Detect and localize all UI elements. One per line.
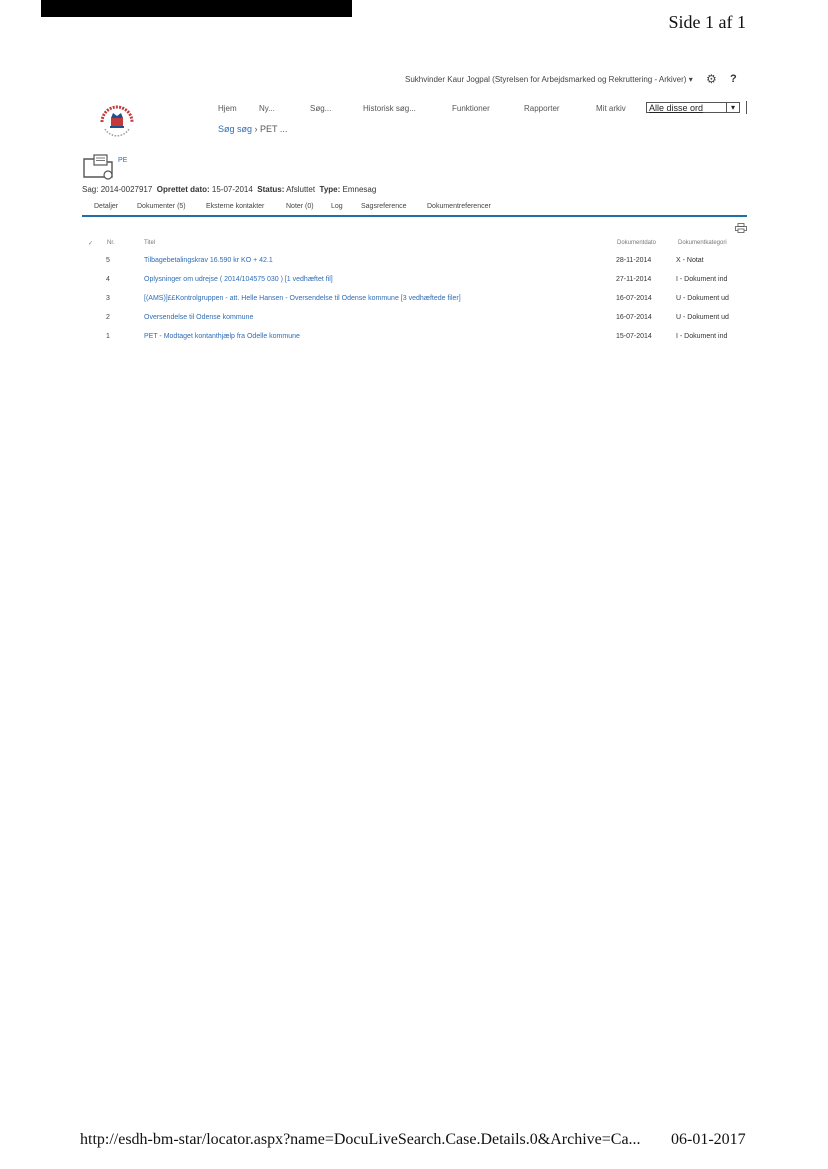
breadcrumb-separator: ›: [254, 124, 258, 134]
case-icon-label: PE: [118, 157, 128, 164]
redacted-header-bar: [41, 0, 352, 17]
breadcrumb-search[interactable]: Søg søg: [218, 124, 252, 134]
label-status: Status:: [257, 185, 285, 194]
print-icon[interactable]: [735, 223, 747, 233]
nav-hjem[interactable]: Hjem: [218, 104, 237, 113]
nav-historisk-sog[interactable]: Historisk søg...: [363, 104, 416, 113]
gear-icon[interactable]: ⚙: [706, 73, 718, 85]
document-title-link[interactable]: Oversendelse til Odense kommune: [144, 314, 253, 321]
document-date: 27-11-2014: [616, 276, 652, 283]
row-number: 2: [106, 314, 110, 321]
document-category: I - Dokument ind: [676, 333, 728, 340]
header-nr[interactable]: Nr.: [107, 240, 115, 246]
row-number: 1: [106, 333, 110, 340]
document-title-link[interactable]: Tilbagebetalingskrav 16.590 kr KO + 42.1: [144, 257, 273, 264]
case-number: 2014-0027917: [100, 185, 153, 194]
document-date: 28-11-2014: [616, 257, 652, 264]
agency-logo: [100, 105, 134, 137]
case-type: Emnesag: [342, 185, 377, 194]
user-menu[interactable]: Sukhvinder Kaur Jogpal (Styrelsen for Ar…: [405, 75, 693, 84]
document-title-link[interactable]: PET - Modtaget kontanthjælp fra Odelle k…: [144, 333, 300, 340]
help-icon[interactable]: ?: [730, 73, 737, 85]
tab-eksterne-kontakter[interactable]: Eksterne kontakter: [206, 203, 264, 210]
divider: [746, 101, 747, 114]
nav-sog[interactable]: Søg...: [310, 104, 331, 113]
tab-sagsreference[interactable]: Sagsreference: [361, 203, 407, 210]
chevron-down-icon[interactable]: ▾: [726, 102, 739, 113]
row-number: 3: [106, 295, 110, 302]
user-name: Sukhvinder Kaur Jogpal (Styrelsen for Ar…: [405, 75, 687, 84]
nav-mit-arkiv[interactable]: Mit arkiv: [596, 104, 626, 113]
case-metadata: Sag: 2014-0027917 Oprettet dato: 15-07-2…: [82, 185, 376, 194]
page-number: Side 1 af 1: [668, 12, 746, 32]
breadcrumb-ellipsis: ...: [279, 124, 288, 134]
search-mode-select[interactable]: Alle disse ord ▾: [646, 102, 740, 113]
label-sag: Sag:: [82, 185, 99, 194]
nav-rapporter[interactable]: Rapporter: [524, 104, 560, 113]
document-date: 15-07-2014: [616, 333, 652, 340]
tab-noter[interactable]: Noter (0): [286, 203, 314, 210]
breadcrumb-current: PET: [260, 124, 278, 134]
tab-dokumenter[interactable]: Dokumenter (5): [137, 203, 186, 210]
document-title-link[interactable]: Oplysninger om udrejse ( 2014/104575 030…: [144, 276, 333, 283]
document-category: U - Dokument ud: [676, 295, 729, 302]
header-dokumentkategori[interactable]: Dokumentkategori: [678, 240, 727, 246]
document-category: I - Dokument ind: [676, 276, 728, 283]
case-folder-icon: [83, 154, 113, 180]
label-oprettet: Oprettet dato:: [156, 185, 210, 194]
header-titel[interactable]: Titel: [144, 240, 155, 246]
case-status: Afsluttet: [286, 185, 316, 194]
document-title-link[interactable]: [(AMS)]££Kontrolgruppen - att. Helle Han…: [144, 295, 461, 302]
row-number: 4: [106, 276, 110, 283]
breadcrumb: Søg søg › PET ...: [218, 124, 287, 134]
nav-funktioner[interactable]: Funktioner: [452, 104, 490, 113]
tab-underline: [82, 215, 747, 217]
footer-date: 06-01-2017: [671, 1131, 746, 1148]
header-dokumentdato[interactable]: Dokumentdato: [617, 240, 656, 246]
document-date: 16-07-2014: [616, 314, 652, 321]
row-number: 5: [106, 257, 110, 264]
document-date: 16-07-2014: [616, 295, 652, 302]
nav-ny[interactable]: Ny...: [259, 104, 275, 113]
document-category: U - Dokument ud: [676, 314, 729, 321]
footer-url: http://esdh-bm-star/locator.aspx?name=Do…: [80, 1131, 641, 1148]
tab-log[interactable]: Log: [331, 203, 343, 210]
tab-dokumentreferencer[interactable]: Dokumentreferencer: [427, 203, 491, 210]
label-type: Type:: [319, 185, 341, 194]
tab-detaljer[interactable]: Detaljer: [94, 203, 118, 210]
select-all-check[interactable]: ✓: [88, 240, 93, 247]
document-category: X - Notat: [676, 257, 704, 264]
created-date: 15-07-2014: [211, 185, 253, 194]
search-mode-value: Alle disse ord: [649, 103, 704, 113]
